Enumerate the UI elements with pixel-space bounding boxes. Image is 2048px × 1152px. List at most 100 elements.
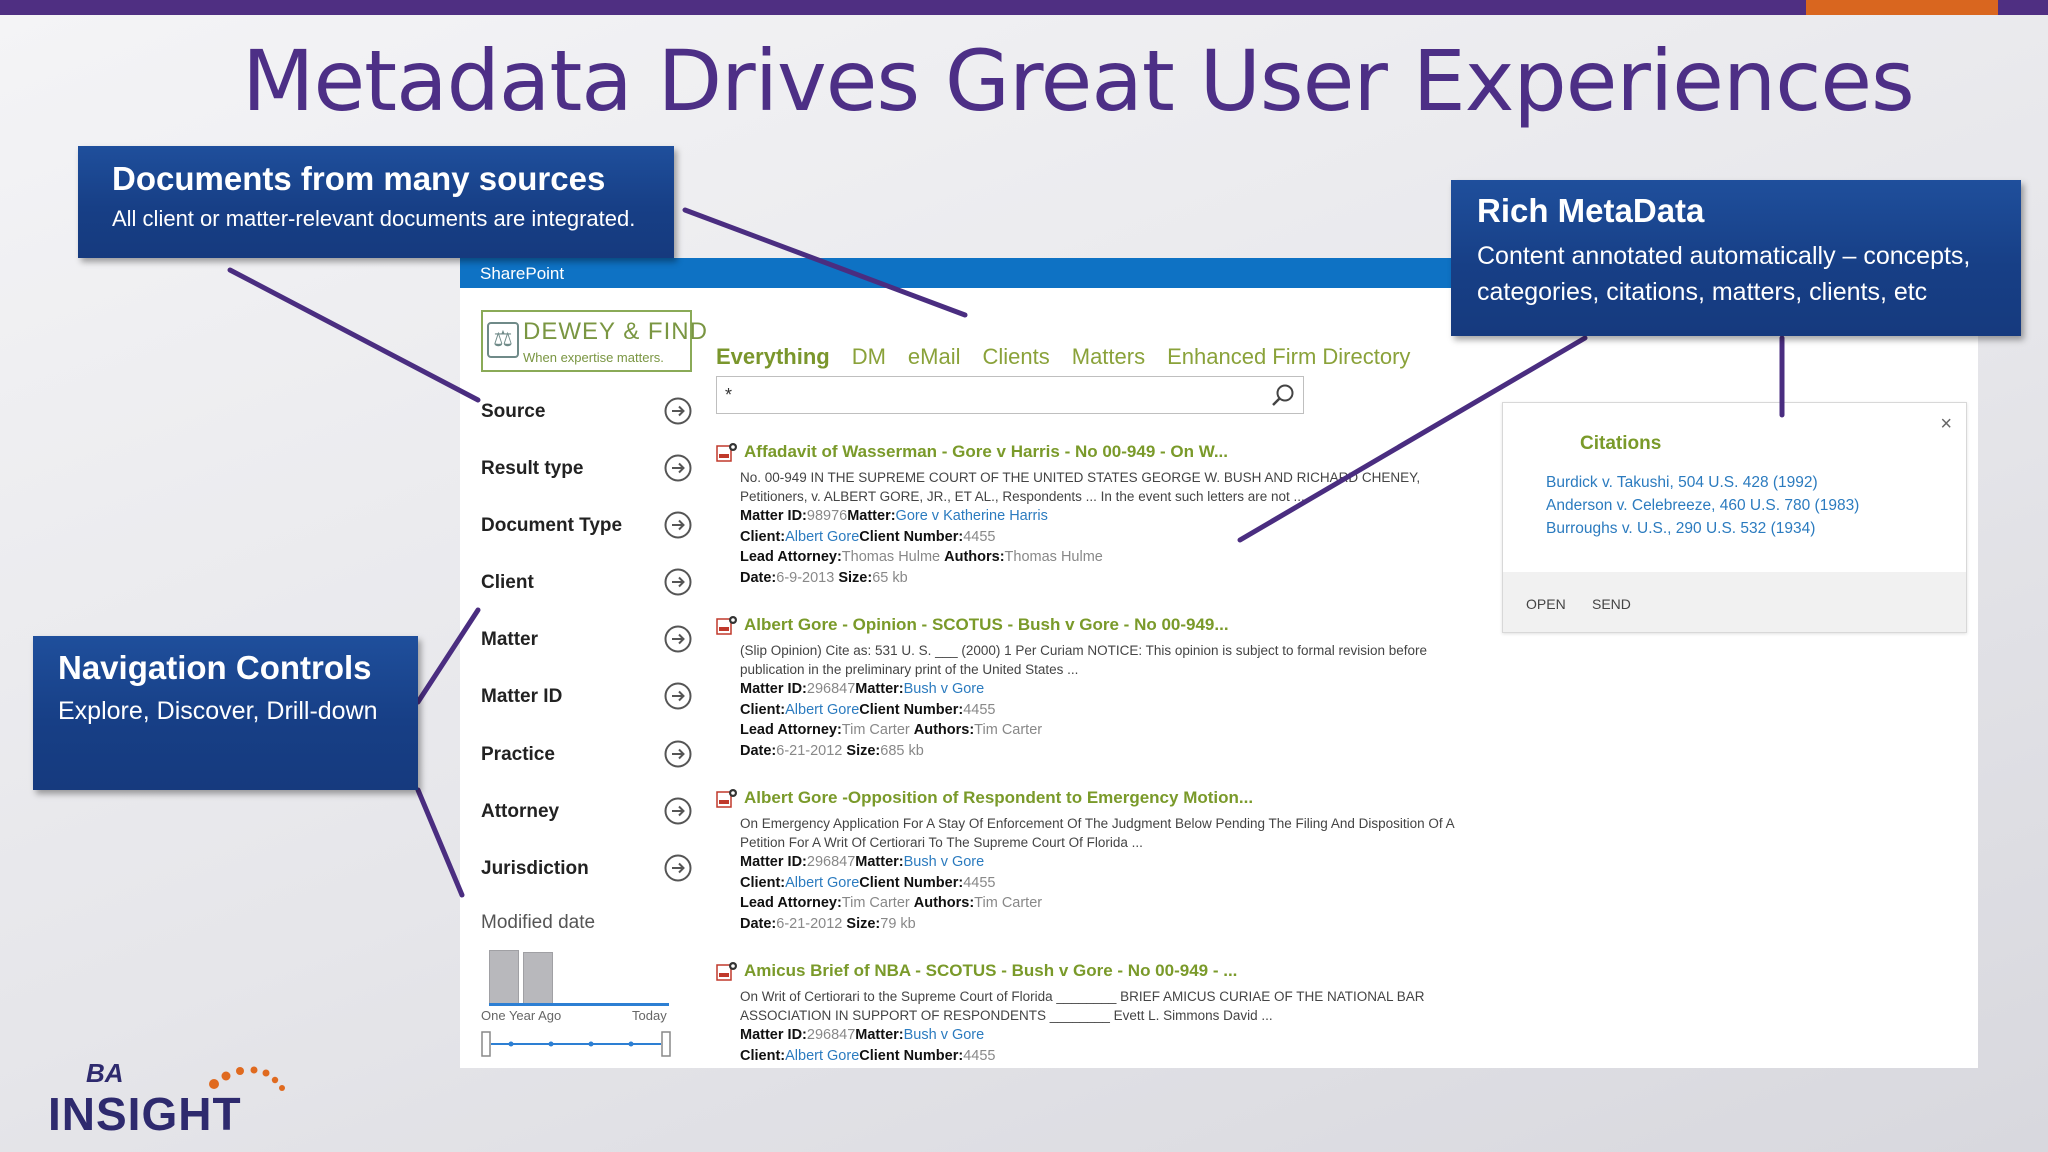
refiner-result-type[interactable]: Result type xyxy=(481,453,693,485)
refiner-document-type[interactable]: Document Type xyxy=(481,510,693,542)
slide-title: Metadata Drives Great User Experiences xyxy=(242,32,1915,130)
matter-link[interactable]: Bush v Gore xyxy=(904,681,985,697)
result-title-link[interactable]: Affadavit of Wasserman - Gore v Harris -… xyxy=(716,442,1456,462)
send-button[interactable]: SEND xyxy=(1592,596,1631,612)
note-title: Rich MetaData xyxy=(1477,192,1705,229)
refiner-source[interactable]: Source xyxy=(481,396,693,428)
histogram-bar[interactable] xyxy=(523,952,553,1006)
matter-link[interactable]: Bush v Gore xyxy=(904,1027,985,1043)
arrow-right-circle-icon[interactable] xyxy=(663,567,693,597)
search-result: Albert Gore -Opposition of Respondent to… xyxy=(716,788,1456,934)
ba-insight-logo: BA INSIGHT xyxy=(48,1058,285,1134)
dewey-find-logo[interactable]: ⚖ DEWEY & FIND When expertise matters. xyxy=(481,310,707,372)
note-text: categories, citations, matters, clients,… xyxy=(1477,278,1928,306)
slider-handle-left xyxy=(481,1031,491,1057)
search-result: Albert Gore - Opinion - SCOTUS - Bush v … xyxy=(716,615,1456,761)
note-text: Explore, Discover, Drill-down xyxy=(58,697,378,725)
citations-list: Burdick v. Takushi, 504 U.S. 428 (1992) … xyxy=(1546,471,1859,540)
result-title-link[interactable]: Amicus Brief of NBA - SCOTUS - Bush v Go… xyxy=(716,961,1456,981)
refiner-label: Attorney xyxy=(481,801,560,822)
refiner-label: Result type xyxy=(481,458,584,479)
date-range-end-label: Today xyxy=(632,1008,667,1023)
citation-link[interactable]: Anderson v. Celebreeze, 460 U.S. 780 (19… xyxy=(1546,494,1859,517)
logo-tagline: When expertise matters. xyxy=(523,350,664,365)
top-orange-accent xyxy=(1806,0,1998,15)
arrow-right-circle-icon[interactable] xyxy=(663,681,693,711)
result-summary: (Slip Opinion) Cite as: 531 U. S. ___ (2… xyxy=(740,643,1428,677)
result-metadata: Matter ID:296847Matter:Bush v Gore Clien… xyxy=(740,681,1043,759)
search-box xyxy=(716,376,1304,414)
citations-heading: Citations xyxy=(1580,433,1662,454)
svg-text:INSIGHT: INSIGHT xyxy=(48,1088,242,1134)
search-vertical-tabs: Everything DM eMail Clients Matters Enha… xyxy=(716,344,1410,370)
note-title: Navigation Controls xyxy=(58,649,372,686)
close-icon[interactable]: × xyxy=(1940,413,1952,436)
client-link[interactable]: Albert Gore xyxy=(785,529,859,545)
tab-clients[interactable]: Clients xyxy=(983,344,1050,370)
result-title-link[interactable]: Albert Gore -Opposition of Respondent to… xyxy=(716,788,1456,808)
arrow-right-circle-icon[interactable] xyxy=(663,453,693,483)
search-input[interactable] xyxy=(725,383,1245,407)
refiner-label: Matter xyxy=(481,629,539,650)
result-summary: On Writ of Certiorari to the Supreme Cou… xyxy=(740,989,1425,1023)
arrow-right-circle-icon[interactable] xyxy=(663,510,693,540)
histogram-bar[interactable] xyxy=(489,950,519,1006)
tab-email[interactable]: eMail xyxy=(908,344,961,370)
refiner-attorney[interactable]: Attorney xyxy=(481,796,693,828)
search-result: Affadavit of Wasserman - Gore v Harris -… xyxy=(716,442,1456,588)
tab-matters[interactable]: Matters xyxy=(1072,344,1145,370)
matter-link[interactable]: Bush v Gore xyxy=(904,854,985,870)
citation-link[interactable]: Burroughs v. U.S., 290 U.S. 532 (1934) xyxy=(1546,517,1859,540)
tab-dm[interactable]: DM xyxy=(852,344,886,370)
scales-icon: ⚖ xyxy=(487,322,519,358)
pdf-document-icon xyxy=(716,616,737,635)
refiner-matter-id[interactable]: Matter ID xyxy=(481,681,693,713)
note-navigation-controls: Navigation Controls Explore, Discover, D… xyxy=(33,636,418,790)
pdf-document-icon xyxy=(716,962,737,981)
result-metadata: Matter ID:296847Matter:Bush v Gore Clien… xyxy=(740,854,1043,932)
sharepoint-panel: SharePoint ⚖ DEWEY & FIND When expertise… xyxy=(460,258,1978,1068)
hover-panel: × Citations Burdick v. Takushi, 504 U.S.… xyxy=(1502,402,1967,633)
result-title-link[interactable]: Albert Gore - Opinion - SCOTUS - Bush v … xyxy=(716,615,1456,635)
tab-everything[interactable]: Everything xyxy=(716,344,830,370)
client-link[interactable]: Albert Gore xyxy=(785,1048,859,1064)
citation-link[interactable]: Burdick v. Takushi, 504 U.S. 428 (1992) xyxy=(1546,471,1859,494)
result-metadata: Matter ID:296847Matter:Bush v Gore Clien… xyxy=(740,1027,996,1064)
result-summary: No. 00-949 IN THE SUPREME COURT OF THE U… xyxy=(740,470,1421,504)
note-text: All client or matter-relevant documents … xyxy=(112,206,636,231)
refiner-practice[interactable]: Practice xyxy=(481,739,693,771)
matter-link[interactable]: Gore v Katherine Harris xyxy=(896,508,1048,524)
note-text: Content annotated automatically – concep… xyxy=(1477,242,1971,270)
result-metadata: Matter ID:98976Matter:Gore v Katherine H… xyxy=(740,508,1103,586)
refiner-label: Practice xyxy=(481,744,555,765)
modified-date-histogram xyxy=(481,946,671,1006)
client-link[interactable]: Albert Gore xyxy=(785,702,859,718)
refiner-label: Matter ID xyxy=(481,686,563,707)
arrow-right-circle-icon[interactable] xyxy=(663,796,693,826)
hover-panel-footer xyxy=(1503,572,1966,632)
open-button[interactable]: OPEN xyxy=(1526,596,1566,612)
histogram-baseline xyxy=(489,1003,669,1006)
refiner-label: Jurisdiction xyxy=(481,858,589,879)
refiner-label: Document Type xyxy=(481,515,623,536)
client-link[interactable]: Albert Gore xyxy=(785,875,859,891)
logo-title: DEWEY & FIND xyxy=(523,318,708,345)
arrow-right-circle-icon[interactable] xyxy=(663,739,693,769)
slider-handle-right xyxy=(661,1031,671,1057)
note-title: Documents from many sources xyxy=(112,160,606,197)
refiner-jurisdiction[interactable]: Jurisdiction xyxy=(481,853,693,885)
search-result: Amicus Brief of NBA - SCOTUS - Bush v Go… xyxy=(716,961,1456,1066)
top-accent-bar xyxy=(0,0,2048,15)
note-documents-sources: Documents from many sources All client o… xyxy=(78,146,674,258)
sharepoint-label[interactable]: SharePoint xyxy=(480,264,564,284)
note-rich-metadata: Rich MetaData Content annotated automati… xyxy=(1451,180,2021,336)
arrow-right-circle-icon[interactable] xyxy=(663,624,693,654)
arrow-right-circle-icon[interactable] xyxy=(663,396,693,426)
refiner-client[interactable]: Client xyxy=(481,567,693,599)
search-icon[interactable] xyxy=(1269,382,1297,410)
refiner-matter[interactable]: Matter xyxy=(481,624,693,656)
arrow-right-circle-icon[interactable] xyxy=(663,853,693,883)
refiner-label: Source xyxy=(481,401,546,422)
tab-enhanced-firm-directory[interactable]: Enhanced Firm Directory xyxy=(1167,344,1410,370)
date-range-slider[interactable] xyxy=(481,1030,671,1060)
